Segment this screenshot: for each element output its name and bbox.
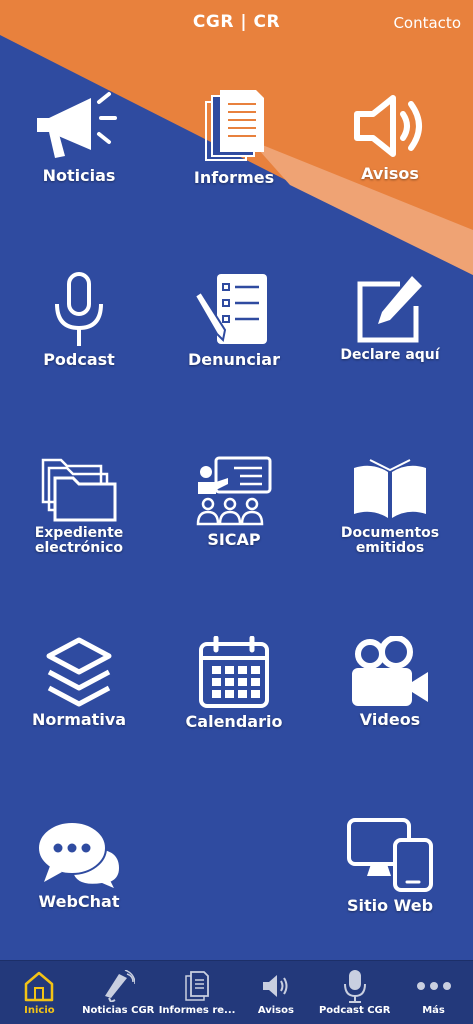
tile-label: SICAP <box>207 530 261 549</box>
devices-icon <box>347 818 433 892</box>
tile-label: Normativa <box>31 710 127 729</box>
documents-icon <box>185 971 209 1001</box>
checklist-pen-icon <box>193 274 267 344</box>
tab-label: Inicio <box>24 1005 55 1016</box>
tab-podcast-cgr[interactable]: Podcast CGR <box>315 961 394 1024</box>
folders-icon <box>41 458 117 522</box>
tile-videos[interactable]: Videos <box>325 636 455 729</box>
tab-label: Podcast CGR <box>318 1005 391 1016</box>
tile-label: Calendario <box>185 712 283 731</box>
tile-label: Informes <box>193 168 275 187</box>
tile-label: Declare aquí <box>340 347 440 363</box>
tile-label: Podcast <box>43 350 115 369</box>
open-book-icon <box>354 459 426 518</box>
tab-label: Noticias CGR <box>82 1005 155 1016</box>
tile-noticias[interactable]: Noticias <box>14 88 144 185</box>
tile-normativa[interactable]: Normativa <box>14 636 144 729</box>
megaphone-icon <box>105 970 136 1002</box>
speaker-icon <box>354 95 422 157</box>
tab-label: Informes re... <box>158 1005 236 1016</box>
tab-mas[interactable]: Más <box>394 961 473 1024</box>
tile-label: Expediente electrónico <box>34 525 124 556</box>
tab-label: Más <box>422 1005 445 1016</box>
speaker-icon <box>262 975 288 997</box>
tab-avisos[interactable]: Avisos <box>236 961 315 1024</box>
video-camera-icon <box>352 636 428 706</box>
tile-informes[interactable]: Informes <box>169 88 299 187</box>
tile-calendario[interactable]: Calendario <box>169 636 299 731</box>
tile-denunciar[interactable]: Denunciar <box>169 272 299 369</box>
edit-icon <box>357 276 422 343</box>
tile-label: WebChat <box>38 892 120 911</box>
training-icon <box>196 456 272 526</box>
tile-label: Documentos emitidos <box>340 525 440 556</box>
tile-label: Avisos <box>361 164 419 183</box>
contact-link[interactable]: Contacto <box>393 14 461 32</box>
tile-sicap[interactable]: SICAP <box>169 456 299 549</box>
tile-podcast[interactable]: Podcast <box>14 272 144 369</box>
tile-avisos[interactable]: Avisos <box>325 90 455 183</box>
documents-icon <box>205 90 264 161</box>
calendar-icon <box>199 636 269 708</box>
microphone-icon <box>343 970 366 1003</box>
microphone-icon <box>55 272 103 346</box>
tile-label: Sitio Web <box>346 896 434 915</box>
tile-expediente[interactable]: Expediente electrónico <box>14 456 144 556</box>
tile-sitio-web[interactable]: Sitio Web <box>325 816 455 915</box>
tab-label: Avisos <box>257 1005 294 1016</box>
tab-informes[interactable]: Informes re... <box>158 961 237 1024</box>
bottom-tab-bar: Inicio Noticias CGR Informes re... Aviso… <box>0 960 473 1024</box>
tile-label: Videos <box>359 710 421 729</box>
tab-inicio[interactable]: Inicio <box>0 961 79 1024</box>
layers-icon <box>46 637 112 707</box>
tile-documentos[interactable]: Documentos emitidos <box>325 456 455 556</box>
more-dots-icon <box>416 982 451 990</box>
tab-noticias-cgr[interactable]: Noticias CGR <box>79 961 158 1024</box>
home-icon <box>25 971 54 1002</box>
chat-bubbles-icon <box>37 821 122 890</box>
tile-declare[interactable]: Declare aquí <box>325 272 455 363</box>
tile-label: Denunciar <box>188 350 280 369</box>
megaphone-icon <box>37 92 117 158</box>
tile-webchat[interactable]: WebChat <box>14 818 144 911</box>
tile-label: Noticias <box>42 166 116 185</box>
